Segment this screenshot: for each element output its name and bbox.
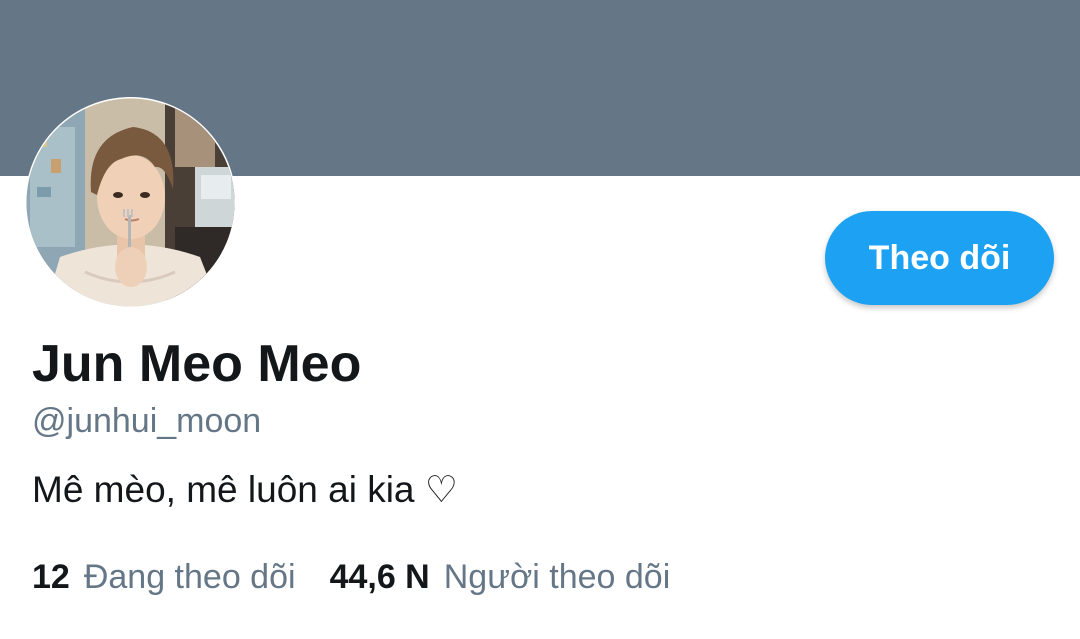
followers-stat[interactable]: 44,6 N Người theo dõi bbox=[330, 558, 671, 597]
profile-bio: Mê mèo, mê luôn ai kia ♡ bbox=[32, 469, 458, 510]
user-handle: @junhui_moon bbox=[32, 402, 262, 440]
followers-count: 44,6 N bbox=[329, 558, 430, 596]
followers-label: Người theo dõi bbox=[443, 558, 671, 596]
display-name: Jun Meo Meo bbox=[32, 335, 362, 393]
profile-stats: 12 Đang theo dõi 44,6 N Người theo dõi bbox=[32, 558, 670, 597]
avatar[interactable] bbox=[25, 97, 236, 308]
profile-header: Theo dõi Jun Meo Meo @junhui_moon Mê mèo… bbox=[0, 0, 1080, 639]
following-stat[interactable]: 12 Đang theo dõi bbox=[32, 558, 296, 597]
avatar-photo bbox=[26, 98, 235, 307]
following-label: Đang theo dõi bbox=[83, 558, 296, 596]
following-count: 12 bbox=[32, 558, 70, 596]
follow-button[interactable]: Theo dõi bbox=[825, 211, 1054, 305]
